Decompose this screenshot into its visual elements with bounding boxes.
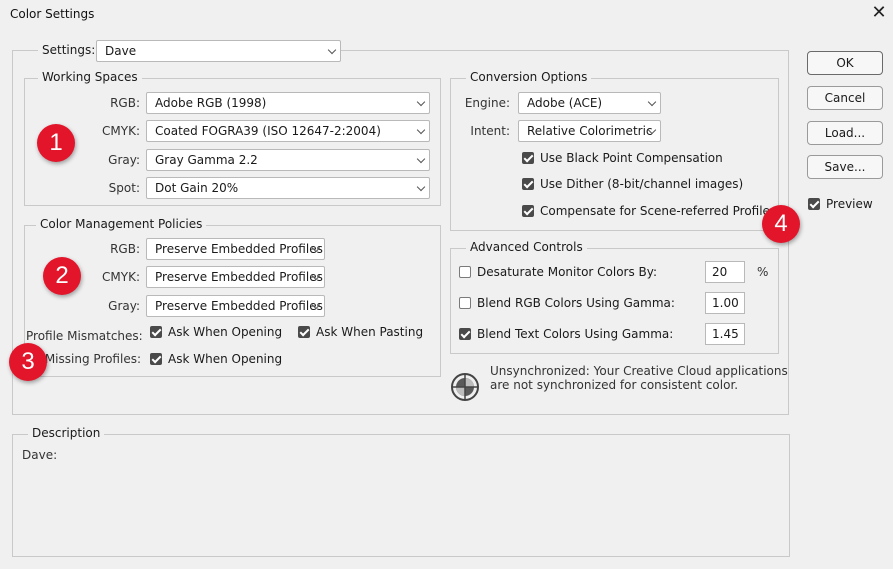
- checkbox-unchecked-icon: [459, 297, 471, 309]
- dither-label: Use Dither (8-bit/channel images): [540, 177, 744, 191]
- settings-select-value: Dave: [105, 44, 137, 58]
- scene-referred-label: Compensate for Scene-referred Profiles: [540, 204, 777, 218]
- checkbox-checked-icon: [522, 205, 534, 217]
- policy-rgb-label: RGB:: [110, 242, 140, 256]
- ok-button[interactable]: OK: [807, 51, 883, 75]
- policy-rgb-select[interactable]: Preserve Embedded Profiles: [146, 238, 325, 260]
- working-spaces-legend: Working Spaces: [38, 70, 142, 84]
- chevron-down-icon: [416, 154, 426, 164]
- blend-text-checkbox[interactable]: Blend Text Colors Using Gamma:: [459, 327, 673, 341]
- checkbox-checked-icon: [522, 178, 534, 190]
- ws-cmyk-select[interactable]: Coated FOGRA39 (ISO 12647-2:2004): [146, 120, 430, 142]
- chevron-down-icon: [416, 97, 426, 107]
- engine-label: Engine:: [464, 96, 510, 110]
- checkbox-unchecked-icon: [459, 266, 471, 278]
- desaturate-input[interactable]: 20: [705, 261, 745, 283]
- conversion-legend: Conversion Options: [466, 70, 592, 84]
- ws-gray-label: Gray:: [108, 153, 140, 167]
- missing-ask-opening-checkbox[interactable]: Ask When Opening: [150, 352, 282, 366]
- intent-label: Intent:: [470, 124, 510, 138]
- cancel-button[interactable]: Cancel: [807, 86, 883, 110]
- mismatch-ask-pasting-checkbox[interactable]: Ask When Pasting: [298, 325, 423, 339]
- preview-label: Preview: [826, 197, 873, 211]
- mismatch-ask-opening-checkbox[interactable]: Ask When Opening: [150, 325, 282, 339]
- checkbox-checked-icon: [459, 328, 471, 340]
- settings-label: Settings:: [38, 43, 100, 57]
- scene-referred-checkbox[interactable]: Compensate for Scene-referred Profiles: [522, 204, 776, 218]
- engine-value: Adobe (ACE): [527, 96, 603, 110]
- description-text: Dave:: [22, 448, 58, 462]
- ws-rgb-label: RGB:: [110, 96, 140, 110]
- sync-status-line1: Unsynchronized: Your Creative Cloud appl…: [490, 364, 788, 378]
- checkbox-checked-icon: [808, 198, 820, 210]
- checkbox-checked-icon: [298, 326, 310, 338]
- policy-cmyk-select[interactable]: Preserve Embedded Profiles: [146, 266, 325, 288]
- annotation-badge-4: 4: [762, 205, 800, 243]
- policy-rgb-value: Preserve Embedded Profiles: [155, 242, 323, 256]
- chevron-down-icon: [327, 45, 337, 55]
- blend-rgb-checkbox[interactable]: Blend RGB Colors Using Gamma:: [459, 296, 675, 310]
- advanced-legend: Advanced Controls: [466, 240, 587, 254]
- desaturate-checkbox[interactable]: Desaturate Monitor Colors By:: [459, 265, 657, 279]
- chevron-down-icon: [416, 182, 426, 192]
- checkbox-checked-icon: [150, 326, 162, 338]
- checkbox-checked-icon: [150, 353, 162, 365]
- ws-rgb-value: Adobe RGB (1998): [155, 96, 267, 110]
- ws-spot-value: Dot Gain 20%: [155, 181, 239, 195]
- intent-value: Relative Colorimetric: [527, 124, 653, 138]
- save-button[interactable]: Save...: [807, 155, 883, 179]
- blend-rgb-label: Blend RGB Colors Using Gamma:: [477, 296, 675, 310]
- preview-checkbox[interactable]: Preview: [808, 197, 873, 211]
- ws-rgb-select[interactable]: Adobe RGB (1998): [146, 92, 430, 114]
- policy-gray-label: Gray:: [108, 299, 140, 313]
- sync-status-line2: are not synchronized for consistent colo…: [490, 378, 739, 392]
- load-button[interactable]: Load...: [807, 121, 883, 145]
- ws-gray-select[interactable]: Gray Gamma 2.2: [146, 149, 430, 171]
- black-point-checkbox[interactable]: Use Black Point Compensation: [522, 151, 723, 165]
- mismatch-ask-pasting-label: Ask When Pasting: [316, 325, 424, 339]
- dither-checkbox[interactable]: Use Dither (8-bit/channel images): [522, 177, 743, 191]
- annotation-badge-3: 3: [9, 343, 47, 381]
- desaturate-label: Desaturate Monitor Colors By:: [477, 265, 658, 279]
- ws-spot-select[interactable]: Dot Gain 20%: [146, 177, 430, 199]
- chevron-down-icon: [647, 97, 657, 107]
- blend-text-input[interactable]: 1.45: [705, 323, 745, 345]
- policy-gray-select[interactable]: Preserve Embedded Profiles: [146, 295, 325, 317]
- window-title: Color Settings: [10, 7, 95, 21]
- annotation-badge-1: 1: [37, 124, 75, 162]
- sync-status-icon: [450, 372, 480, 402]
- description-legend: Description: [28, 426, 105, 440]
- chevron-down-icon: [416, 125, 426, 135]
- settings-select[interactable]: Dave: [96, 40, 341, 62]
- policies-legend: Color Management Policies: [36, 217, 207, 231]
- description-group: [12, 434, 790, 557]
- profile-mismatches-label: Profile Mismatches:: [26, 329, 143, 343]
- ws-spot-label: Spot:: [108, 181, 140, 195]
- ws-gray-value: Gray Gamma 2.2: [155, 153, 258, 167]
- policy-cmyk-value: Preserve Embedded Profiles: [155, 270, 323, 284]
- ws-cmyk-value: Coated FOGRA39 (ISO 12647-2:2004): [155, 124, 381, 138]
- policy-gray-value: Preserve Embedded Profiles: [155, 299, 323, 313]
- checkbox-checked-icon: [522, 152, 534, 164]
- percent-unit: %: [757, 265, 769, 279]
- blend-rgb-input[interactable]: 1.00: [705, 292, 745, 314]
- black-point-label: Use Black Point Compensation: [540, 151, 723, 165]
- engine-select[interactable]: Adobe (ACE): [518, 92, 661, 114]
- intent-select[interactable]: Relative Colorimetric: [518, 120, 661, 142]
- mismatch-ask-opening-label: Ask When Opening: [168, 325, 283, 339]
- annotation-badge-2: 2: [43, 257, 81, 295]
- close-icon[interactable]: ✕: [868, 3, 890, 25]
- blend-text-label: Blend Text Colors Using Gamma:: [477, 327, 674, 341]
- missing-ask-opening-label: Ask When Opening: [168, 352, 283, 366]
